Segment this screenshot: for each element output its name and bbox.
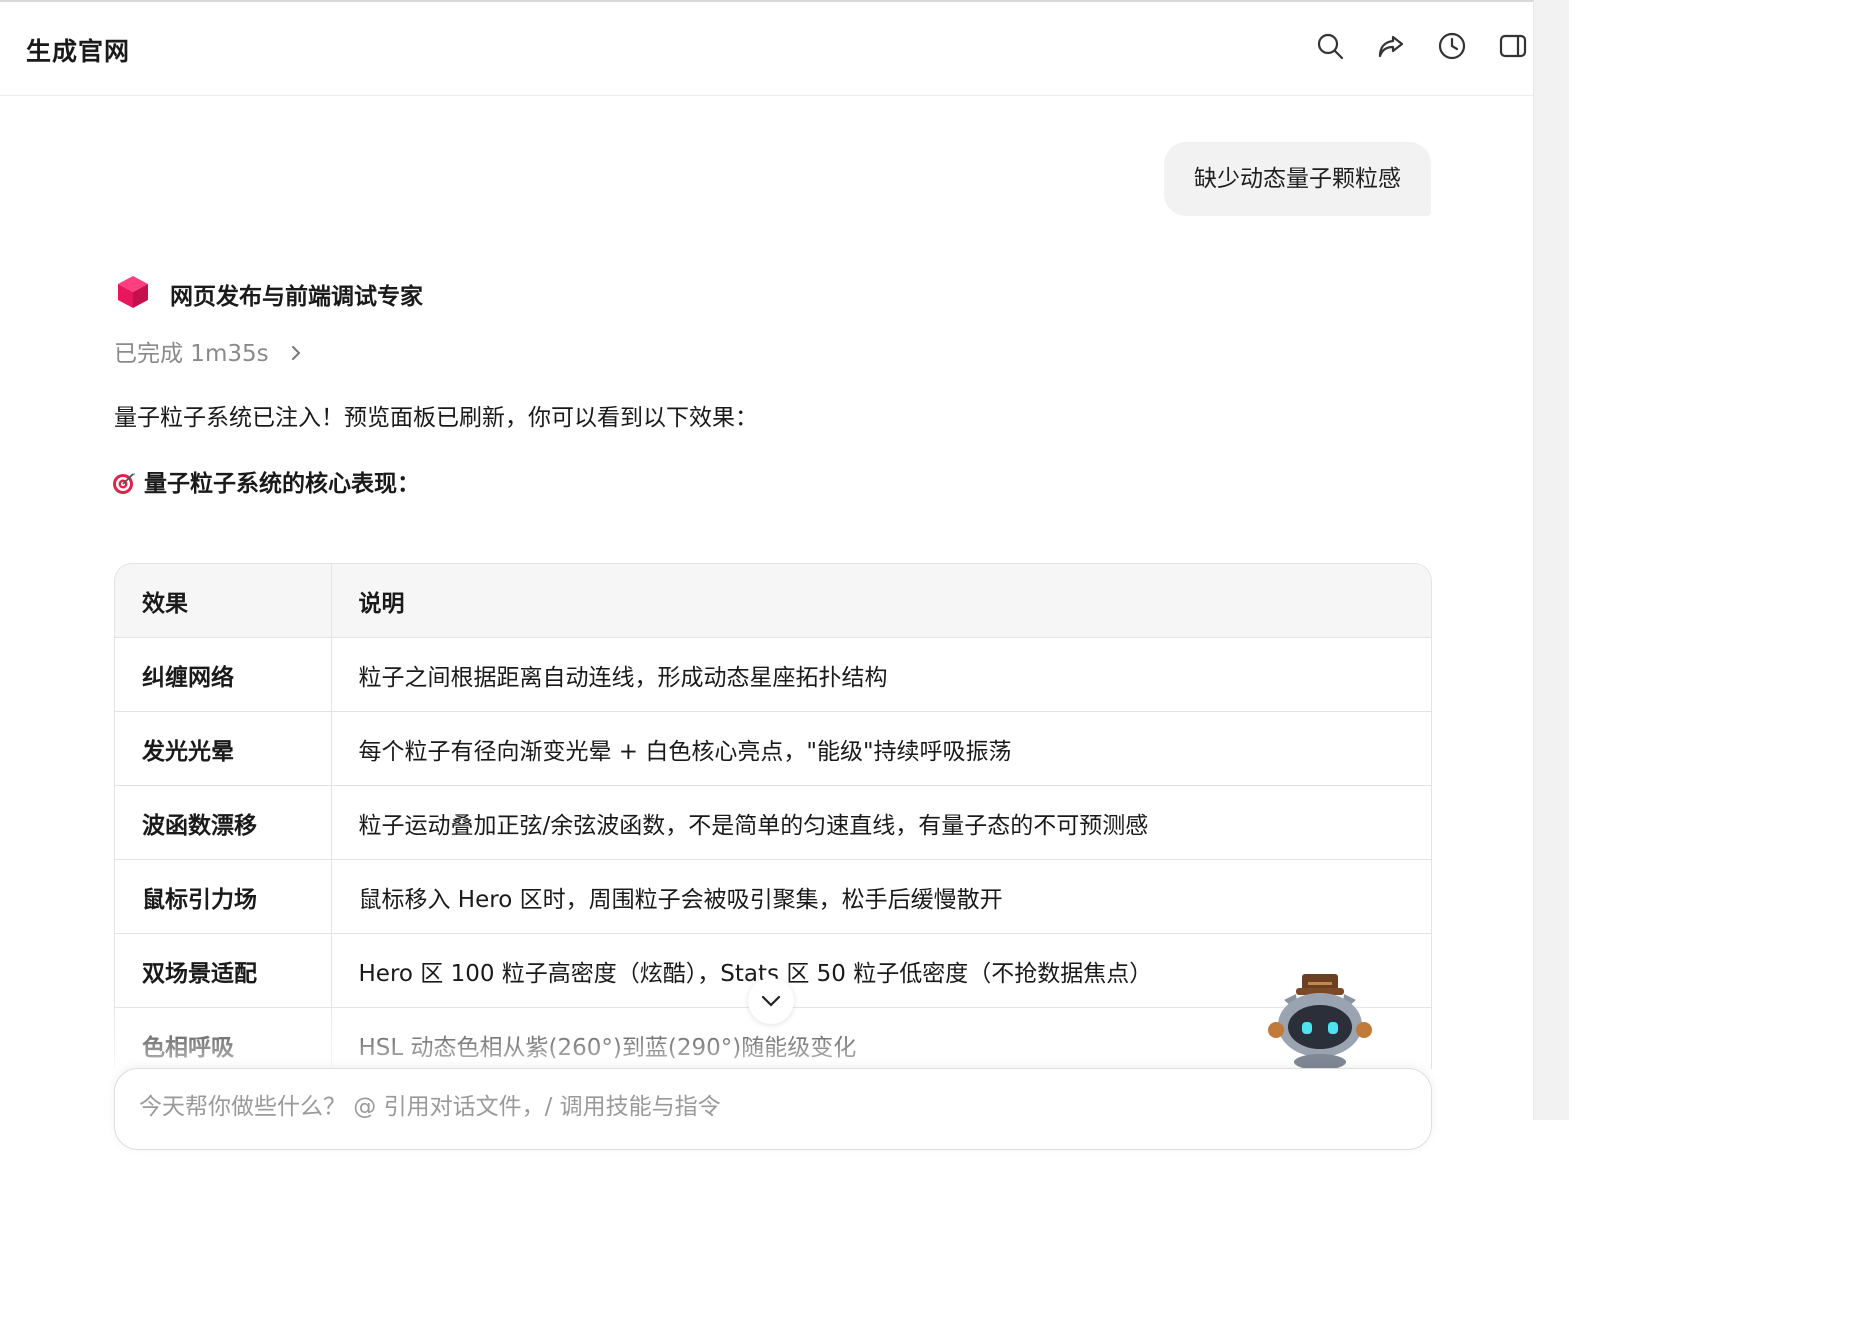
effect-name-cell: 纠缠网络 (115, 637, 332, 712)
table-row: 鼠标引力场 鼠标移入 Hero 区时，周围粒子会被吸引聚集，松手后缓慢散开 (115, 859, 1431, 934)
target-icon (112, 471, 136, 495)
table-row: 纠缠网络 粒子之间根据距离自动连线，形成动态星座拓扑结构 (115, 637, 1431, 712)
table-row: 波函数漂移 粒子运动叠加正弦/余弦波函数，不是简单的匀速直线，有量子态的不可预测… (115, 785, 1431, 860)
table-row: 发光光晕 每个粒子有径向渐变光晕 + 白色核心亮点，"能级"持续呼吸振荡 (115, 711, 1431, 786)
search-icon[interactable] (1314, 30, 1346, 62)
message-composer (114, 1068, 1432, 1150)
section-heading: 量子粒子系统的核心表现： (112, 464, 420, 498)
effect-description-cell: 鼠标移入 Hero 区时，周围粒子会被吸引聚集，松手后缓慢散开 (331, 859, 1431, 934)
section-heading-text: 量子粒子系统的核心表现： (144, 471, 420, 497)
effect-description-cell: 每个粒子有径向渐变光晕 + 白色核心亮点，"能级"持续呼吸振荡 (331, 711, 1431, 786)
effect-name-cell: 发光光晕 (115, 711, 332, 786)
share-icon[interactable] (1375, 30, 1407, 62)
table-header-cell: 效果 (115, 564, 332, 638)
effect-description-cell: 粒子运动叠加正弦/余弦波函数，不是简单的匀速直线，有量子态的不可预测感 (331, 785, 1431, 860)
effect-name-cell: 波函数漂移 (115, 785, 332, 860)
reply-intro: 量子粒子系统已注入！预览面板已刷新，你可以看到以下效果： (114, 405, 758, 431)
chevron-right-icon (286, 343, 306, 363)
cube-icon (115, 274, 151, 310)
effect-description-cell: 粒子之间根据距离自动连线，形成动态星座拓扑结构 (331, 637, 1431, 712)
top-bar: 生成官网 (0, 2, 1533, 96)
page-title: 生成官网 (26, 37, 131, 66)
robot-cat-mascot[interactable] (1262, 970, 1378, 1070)
table-header-row: 效果 说明 (115, 564, 1431, 638)
scroll-to-bottom-button[interactable] (748, 978, 794, 1024)
effect-name-cell: 鼠标引力场 (115, 859, 332, 934)
user-message-bubble: 缺少动态量子颗粒感 (1164, 142, 1431, 216)
effect-name-cell: 色相呼吸 (115, 1007, 332, 1069)
right-edge-panel (1533, 0, 1569, 1120)
completion-status-toggle[interactable]: 已完成 1m35s (114, 334, 306, 368)
effect-name-cell: 双场景适配 (115, 933, 332, 1008)
completion-status-text: 已完成 1m35s (114, 341, 269, 367)
table-header-cell: 说明 (331, 564, 1431, 638)
agent-name: 网页发布与前端调试专家 (170, 284, 423, 310)
history-icon[interactable] (1436, 30, 1468, 62)
sidebar-toggle-icon[interactable] (1497, 30, 1529, 62)
message-input[interactable] (137, 1093, 1341, 1121)
